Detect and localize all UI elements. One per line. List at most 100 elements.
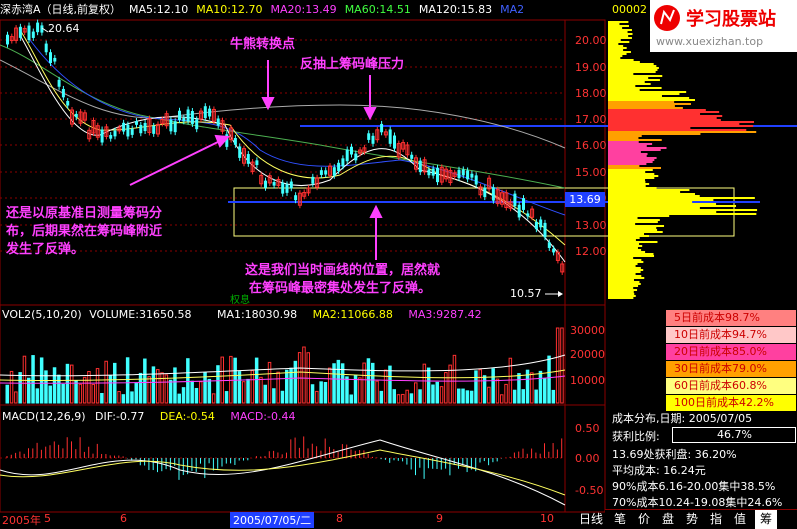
candle	[195, 119, 199, 130]
candle	[233, 138, 237, 145]
candle	[113, 130, 117, 137]
macd-tick: 0.00	[575, 452, 600, 465]
volume-bar	[366, 358, 371, 404]
volume-bar	[461, 388, 465, 404]
volume-bar	[276, 371, 280, 404]
macd-dea: DEA:-0.54	[159, 410, 215, 423]
candle	[294, 195, 298, 201]
high-price-label: 20.64	[48, 22, 80, 35]
volume-bar	[375, 380, 379, 404]
candle	[49, 52, 52, 64]
volume-bar	[426, 367, 431, 404]
volume-bar	[439, 386, 444, 404]
ma120-label: MA120:15.83	[418, 3, 493, 16]
info-line3: 13.69处获利盘: 36.20%	[612, 448, 737, 461]
volume-tick: 20000	[570, 348, 605, 361]
site-logo: 学习股票站 www.xuexizhan.top	[650, 0, 797, 52]
price-tick: 13.00	[575, 219, 607, 232]
candle	[517, 204, 521, 218]
candle	[427, 169, 431, 176]
candle	[208, 108, 212, 117]
low-price-label: 10.57	[510, 287, 542, 300]
candle	[238, 146, 242, 158]
volume-bar	[405, 389, 409, 404]
macd-header: MACD(12,26,9) DIF:-0.77 DEA:-0.54 MACD:-…	[2, 410, 295, 423]
volume-bar	[78, 383, 83, 404]
candle	[143, 122, 147, 132]
candle	[186, 109, 190, 122]
volume-bar	[160, 372, 164, 404]
annotation-baseline-line2: 布，后期果然在筹码峰附近	[6, 224, 163, 239]
vol-ma1: MA1:18030.98	[216, 308, 298, 321]
cost-legend-row: 20日前成本85.0%	[666, 344, 796, 360]
volume-bar	[117, 391, 121, 404]
volume-bar	[207, 378, 212, 404]
indicator-header: 深赤湾A（日线,前复权） MA5:12.10 MA10:12.70 MA20:13.4…	[0, 0, 605, 20]
price-tick: 19.00	[575, 61, 607, 74]
date-year: 2005年	[2, 514, 41, 527]
candle	[285, 184, 289, 193]
volume-bar	[285, 369, 289, 404]
tab-chou[interactable]: 筹	[755, 510, 777, 529]
candle	[27, 25, 31, 41]
tab-zhi2[interactable]: 值	[729, 510, 751, 529]
tab-daily[interactable]: 日线	[575, 510, 607, 529]
annotation-baseline-line3: 发生了反弹。	[6, 242, 85, 257]
cost-legend-row: 60日前成本60.8%	[666, 378, 796, 394]
annotation-baseline-line1: 还是以原基准日测量筹码分	[6, 206, 163, 221]
tab-pan[interactable]: 盘	[657, 510, 679, 529]
cost-legend-row: 10日前成本94.7%	[666, 327, 796, 343]
volume-bar	[500, 394, 504, 404]
info-dist-date: 成本分布,日期: 2005/07/05	[612, 412, 753, 425]
annotation-bull-bear: 牛熊转换点	[230, 37, 296, 52]
volume-bar	[220, 356, 224, 404]
volume-bar	[560, 327, 564, 404]
date-cursor: 2005/07/05/二	[230, 512, 315, 528]
tab-shi[interactable]: 势	[681, 510, 703, 529]
candle	[345, 149, 349, 162]
volume-bar	[14, 391, 18, 404]
candle	[319, 170, 323, 175]
volume-bar	[237, 371, 242, 404]
volume-bar	[156, 369, 160, 404]
candle	[371, 135, 375, 144]
cost-legend-row: 30日前成本79.0%	[666, 361, 796, 377]
volume-bar	[246, 378, 250, 404]
vol-volume: VOLUME:31650.58	[89, 308, 192, 321]
candle	[380, 123, 384, 133]
candle	[36, 22, 40, 33]
volume-bar	[130, 391, 134, 404]
ma2-label: MA2	[500, 3, 525, 16]
volume-bar	[551, 389, 556, 404]
volume-bar	[349, 394, 353, 404]
candle	[203, 106, 207, 119]
volume-bar	[371, 362, 375, 404]
tab-zhi[interactable]: 指	[705, 510, 727, 529]
volume-bar	[177, 393, 181, 404]
volume-bar	[181, 387, 186, 404]
volume-bar	[272, 388, 276, 404]
volume-bar	[409, 393, 414, 404]
volume-bar	[422, 363, 427, 404]
volume-bar	[61, 383, 65, 404]
volume-bar	[254, 357, 259, 404]
candle	[431, 168, 435, 176]
price-tick: 20.00	[575, 34, 607, 47]
candle	[190, 111, 194, 124]
volume-bar	[104, 360, 108, 404]
candle	[393, 135, 396, 149]
candle	[552, 248, 556, 253]
volume-bar	[530, 372, 534, 404]
tab-jia[interactable]: 价	[633, 510, 655, 529]
volume-bar	[319, 381, 323, 404]
macd-title: MACD(12,26,9)	[2, 410, 86, 423]
volume-bar	[95, 368, 100, 404]
volume-bar	[259, 376, 263, 404]
volume-bar	[151, 366, 156, 404]
volume-bar	[125, 357, 130, 404]
volume-bar	[5, 384, 9, 404]
candle	[466, 170, 470, 180]
tab-bi[interactable]: 笔	[609, 510, 631, 529]
candle	[470, 173, 474, 178]
candle	[57, 79, 61, 87]
